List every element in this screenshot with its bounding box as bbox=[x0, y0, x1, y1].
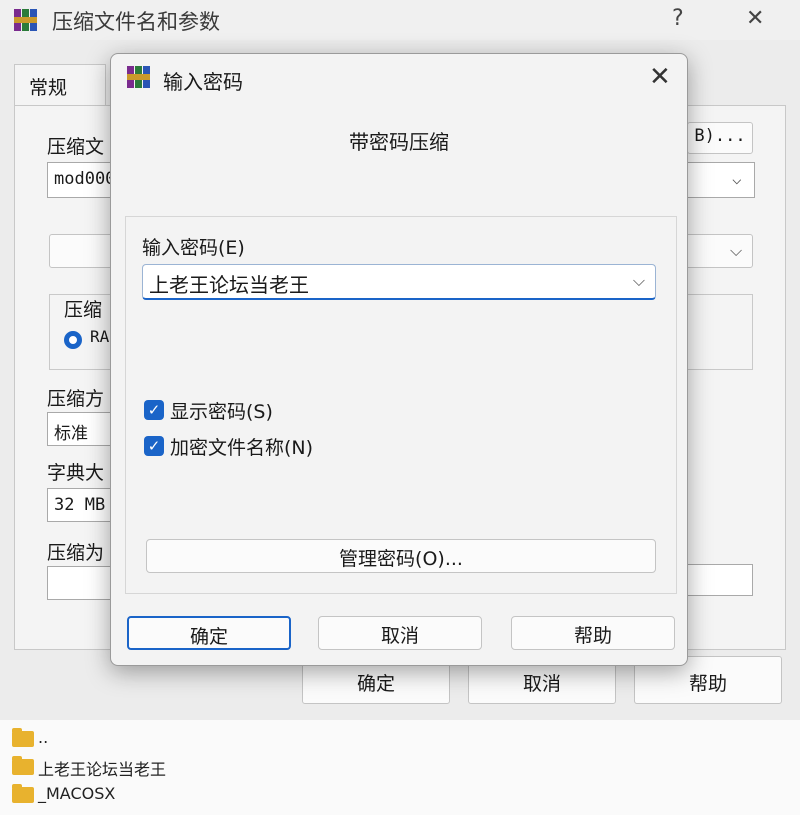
parent-title-bar: 压缩文件名和参数 ? ✕ bbox=[0, 0, 800, 40]
split-label: 压缩为 bbox=[47, 542, 105, 564]
winrar-app-icon bbox=[14, 9, 38, 31]
chevron-down-icon: ⌵ bbox=[730, 241, 743, 260]
ok-button[interactable]: 确定 bbox=[127, 616, 291, 650]
file-name: .. bbox=[38, 728, 49, 747]
browse-button[interactable]: B)... bbox=[687, 122, 753, 154]
winrar-app-icon bbox=[127, 66, 151, 88]
encrypt-names-label: 加密文件名称(N) bbox=[170, 437, 314, 459]
folder-icon bbox=[12, 728, 34, 747]
parent-window-title: 压缩文件名和参数 bbox=[52, 10, 220, 34]
file-name: 上老王论坛当老王 bbox=[38, 760, 167, 779]
password-group: 输入密码(E) 上老王论坛当老王 ⌵ ✓ 显示密码(S) ✓ 加密文件名称(N)… bbox=[125, 216, 677, 594]
password-input[interactable]: 上老王论坛当老王 ⌵ bbox=[142, 264, 656, 300]
method-label: 压缩方 bbox=[47, 388, 105, 410]
rar-radio-label: RA bbox=[90, 327, 110, 346]
format-group-label: 压缩 bbox=[64, 299, 103, 321]
cancel-button[interactable]: 取消 bbox=[318, 616, 482, 650]
show-password-label: 显示密码(S) bbox=[170, 401, 273, 423]
dialog-title: 输入密码 bbox=[163, 70, 243, 94]
folder-icon bbox=[12, 756, 34, 775]
password-dialog: 输入密码 ✕ 带密码压缩 输入密码(E) 上老王论坛当老王 ⌵ ✓ 显示密码(S… bbox=[110, 53, 688, 666]
dictionary-value: 32 MB bbox=[54, 495, 106, 515]
dictionary-label: 字典大 bbox=[47, 462, 105, 484]
chevron-down-icon: ⌵ bbox=[732, 169, 742, 188]
file-list: .. 上老王论坛当老王 _MACOSX bbox=[0, 720, 800, 815]
rar-radio[interactable] bbox=[64, 331, 82, 349]
password-label: 输入密码(E) bbox=[142, 237, 245, 259]
close-icon[interactable]: ✕ bbox=[746, 6, 764, 31]
checkmark-icon: ✓ bbox=[144, 436, 164, 456]
chevron-down-icon[interactable]: ⌵ bbox=[633, 271, 645, 291]
help-icon[interactable]: ? bbox=[672, 6, 684, 31]
password-value: 上老王论坛当老王 bbox=[149, 273, 309, 297]
checkmark-icon: ✓ bbox=[144, 400, 164, 420]
tab-general[interactable]: 常规 bbox=[14, 64, 106, 106]
archive-name-value: mod000 bbox=[54, 169, 116, 189]
manage-passwords-button[interactable]: 管理密码(O)... bbox=[146, 539, 656, 573]
close-icon[interactable]: ✕ bbox=[649, 62, 671, 92]
folder-icon bbox=[12, 784, 34, 803]
archive-name-label: 压缩文 bbox=[47, 136, 105, 158]
dialog-heading: 带密码压缩 bbox=[349, 130, 449, 154]
file-name: _MACOSX bbox=[38, 784, 116, 803]
method-value: 标准 bbox=[54, 424, 88, 444]
help-button[interactable]: 帮助 bbox=[511, 616, 675, 650]
